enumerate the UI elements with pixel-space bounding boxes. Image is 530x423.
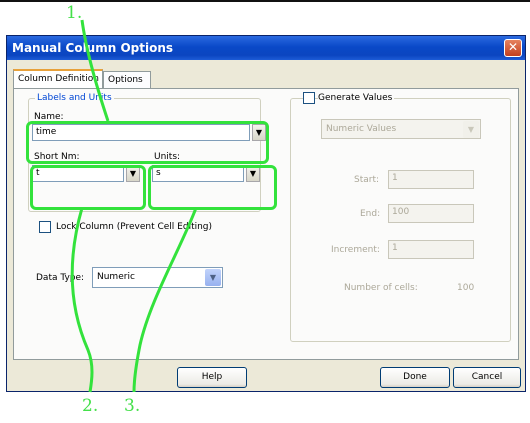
annotation-line-1 <box>80 19 110 122</box>
annotation-label-3: 3. <box>124 396 141 416</box>
annotation-line-2 <box>70 207 94 393</box>
annotation-label-1: 1. <box>66 3 83 23</box>
annotation-label-2: 2. <box>82 396 99 416</box>
annotation-lines <box>70 19 198 393</box>
annotation-line-3 <box>132 207 198 393</box>
